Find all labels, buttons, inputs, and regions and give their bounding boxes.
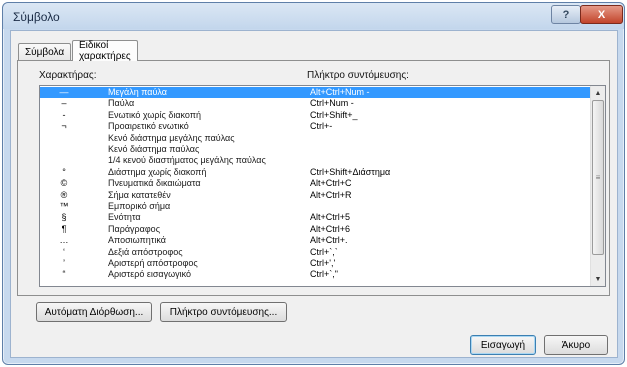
tab-symbols[interactable]: Σύμβολα	[18, 43, 72, 61]
character-name: Σήμα κατατεθέν	[108, 189, 171, 200]
character-shortcut: Ctrl+Shift+_	[310, 109, 358, 120]
character-glyph: “	[62, 269, 66, 280]
special-characters-list[interactable]: “ Αριστερό εισαγωγικό Ctrl+`," ’ Αριστερή απ…	[39, 85, 606, 287]
character-name: Αριστερό εισαγωγικό	[108, 269, 192, 280]
list-item[interactable]: Κενό διάστημα παύλας	[40, 144, 590, 155]
tab-special-characters-label: Ειδικοί χαρακτήρες	[79, 40, 131, 62]
symbol-dialog: Σύμβολο ? X Σύμβολα Ειδικοί χαρακτήρες Χ…	[2, 2, 625, 365]
list-item[interactable]: ¶ Παράγραφος Alt+Ctrl+6	[40, 224, 590, 235]
chevron-up-icon: ▲	[594, 89, 602, 97]
list-item[interactable]: ™ Εμπορικό σήμα	[40, 201, 590, 212]
chevron-down-icon: ▼	[594, 275, 602, 283]
list-item[interactable]: Κενό διάστημα μεγάλης παύλας	[40, 133, 590, 144]
tab-special-characters[interactable]: Ειδικοί χαρακτήρες	[72, 40, 138, 62]
character-name: Αποσιωπητικά	[108, 235, 166, 246]
character-glyph: ‘	[63, 246, 65, 257]
list-item[interactable]: ® Σήμα κατατεθέν Alt+Ctrl+R	[40, 190, 590, 201]
character-shortcut: Ctrl+`,"	[310, 269, 338, 280]
tab-symbols-label: Σύμβολα	[25, 47, 65, 58]
character-shortcut: Alt+Ctrl+.	[310, 235, 348, 246]
help-button[interactable]: ?	[551, 5, 581, 24]
character-glyph: —	[59, 87, 69, 97]
list-scrollbar[interactable]: ▲ ≡ ▼	[590, 86, 605, 286]
character-glyph: …	[59, 235, 69, 246]
character-name: Διάστημα χωρίς διακοπή	[108, 166, 207, 177]
close-icon: X	[597, 8, 606, 21]
list-item[interactable]: ° Διάστημα χωρίς διακοπή Ctrl+Shift+Διάστη…	[40, 167, 590, 178]
character-glyph: ¶	[61, 223, 67, 234]
list-item[interactable]: — Μεγάλη παύλα Alt+Ctrl+Num -	[40, 87, 590, 99]
title-bar[interactable]: Σύμβολο ? X	[3, 3, 624, 29]
character-name: Πνευματικά δικαιώματα	[108, 178, 201, 189]
character-shortcut: Alt+Ctrl+C	[310, 178, 352, 189]
special-characters-panel: Χαρακτήρας: Πλήκτρο συντόμευσης: “ Αριστε…	[17, 60, 610, 296]
character-shortcut: Ctrl+`,`	[310, 246, 338, 257]
character-name: Ενότητα	[108, 212, 141, 223]
character-shortcut: Alt+Ctrl+5	[310, 212, 351, 223]
close-button[interactable]: X	[580, 5, 623, 24]
character-glyph: ’	[63, 258, 65, 268]
character-shortcut: Alt+Ctrl+6	[310, 223, 351, 234]
dialog-body: Σύμβολα Ειδικοί χαρακτήρες Χαρακτήρας: Π…	[10, 30, 618, 358]
list-item[interactable]: ‑ Ενωτικό χωρίς διακοπή Ctrl+Shift+_	[40, 110, 590, 121]
character-glyph: ™	[59, 201, 69, 211]
character-shortcut: Ctrl+Shift+Διάστημα	[310, 166, 391, 177]
list-item[interactable]: “ Αριστερό εισαγωγικό Ctrl+`,"	[40, 269, 590, 280]
list-item[interactable]: ¬ Προαιρετικό ενωτικό Ctrl+-	[40, 121, 590, 132]
character-name: Παράγραφος	[108, 223, 161, 234]
list-item[interactable]: § Ενότητα Alt+Ctrl+5	[40, 212, 590, 223]
column-header-character: Χαρακτήρας:	[39, 70, 97, 81]
character-shortcut: Ctrl+-	[310, 121, 333, 132]
character-glyph: ‑	[62, 109, 66, 120]
grip-icon: ≡	[595, 173, 601, 182]
character-name: Κενό διάστημα παύλας	[108, 144, 200, 154]
character-glyph: °	[62, 166, 66, 177]
autocorrect-button-label: Αυτόματη Διόρθωση...	[44, 306, 144, 318]
character-shortcut: Ctrl+','	[310, 258, 336, 268]
character-shortcut: Alt+Ctrl+R	[310, 189, 352, 200]
list-item[interactable]: … Αποσιωπητικά Alt+Ctrl+.	[40, 235, 590, 246]
cancel-button-label: Άκυρο	[561, 339, 591, 351]
list-item[interactable]: – Παύλα Ctrl+Num -	[40, 98, 590, 109]
character-name: Δεξιά απόστροφος	[108, 246, 183, 257]
cancel-button[interactable]: Άκυρο	[544, 335, 608, 355]
scroll-up-arrow[interactable]: ▲	[591, 86, 605, 100]
character-name: Κενό διάστημα μεγάλης παύλας	[108, 132, 235, 143]
column-header-shortcut: Πλήκτρο συντόμευσης:	[307, 70, 409, 81]
list-item[interactable]: 1/4 κενού διαστήματος μεγάλης παύλας	[40, 155, 590, 166]
insert-button-label: Εισαγωγή	[480, 339, 526, 351]
shortcut-key-button-label: Πλήκτρο συντόμευσης...	[169, 306, 278, 318]
character-name: Αριστερή απόστροφος	[108, 258, 198, 268]
character-name: Ενωτικό χωρίς διακοπή	[108, 109, 202, 120]
shortcut-key-button[interactable]: Πλήκτρο συντόμευσης...	[160, 302, 287, 322]
list-item[interactable]: ‘ Δεξιά απόστροφος Ctrl+`,`	[40, 247, 590, 258]
character-glyph: ©	[60, 178, 68, 189]
character-name: Μεγάλη παύλα	[108, 87, 167, 97]
list-item[interactable]: © Πνευματικά δικαιώματα Alt+Ctrl+C	[40, 178, 590, 189]
character-shortcut: Ctrl+Num -	[310, 98, 354, 109]
scroll-down-arrow[interactable]: ▼	[591, 272, 605, 286]
character-name: Παύλα	[108, 98, 135, 109]
window-title: Σύμβολο	[13, 10, 60, 24]
list-item[interactable]: ’ Αριστερή απόστροφος Ctrl+','	[40, 258, 590, 269]
character-name: Προαιρετικό ενωτικό	[108, 121, 189, 132]
character-glyph: ®	[60, 189, 68, 200]
character-name: Εμπορικό σήμα	[108, 201, 171, 211]
help-icon: ?	[562, 8, 570, 21]
autocorrect-button[interactable]: Αυτόματη Διόρθωση...	[36, 302, 152, 322]
character-glyph: ¬	[61, 121, 67, 132]
scroll-thumb[interactable]: ≡	[592, 100, 604, 255]
character-name: 1/4 κενού διαστήματος μεγάλης παύλας	[108, 155, 266, 166]
insert-button[interactable]: Εισαγωγή	[470, 335, 536, 355]
character-glyph: –	[61, 98, 67, 109]
character-shortcut: Alt+Ctrl+Num -	[310, 87, 370, 97]
character-glyph: §	[61, 212, 67, 223]
